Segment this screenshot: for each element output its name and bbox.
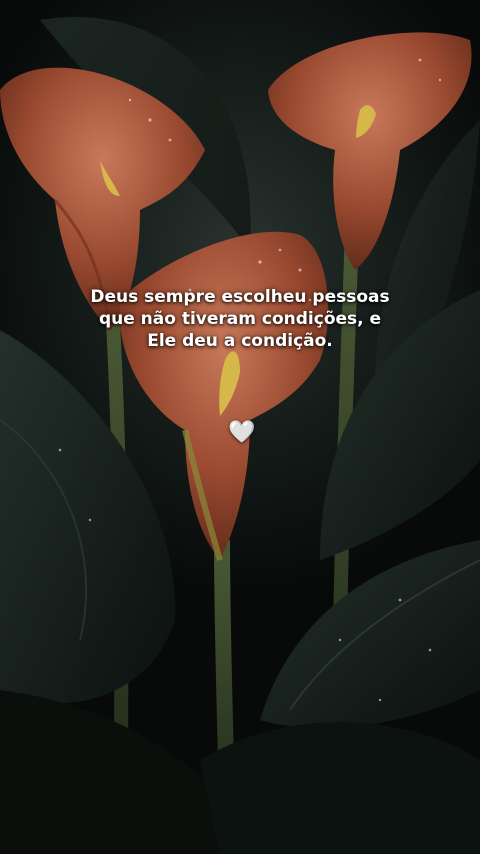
- white-heart-icon: 🤍: [228, 420, 256, 445]
- quote-text: Deus sempre escolheu pessoas que não tiv…: [90, 287, 390, 351]
- leaf-front-right-lower: [260, 540, 480, 729]
- photo-background: Deus sempre escolheu pessoas que não tiv…: [0, 0, 480, 854]
- leaf-bottom-right: [200, 722, 480, 854]
